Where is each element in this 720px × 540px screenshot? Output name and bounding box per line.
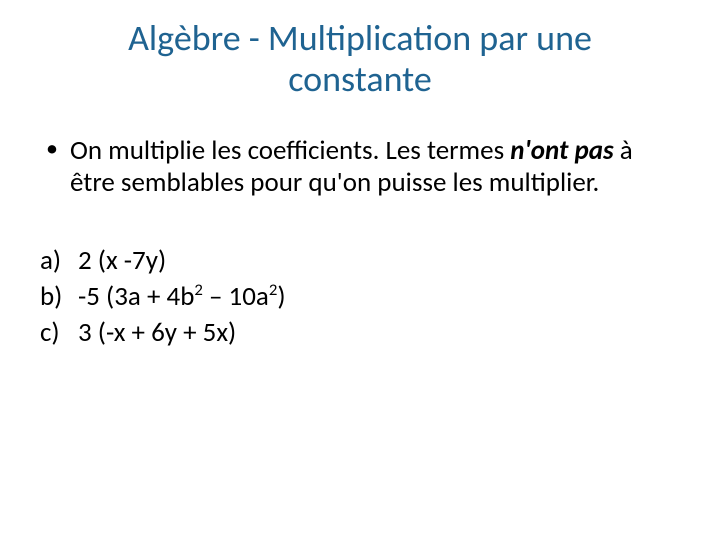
bullet-text-part1: On multiplie les coefficients. Les terme… xyxy=(70,134,510,167)
exercise-expression: 2 (x -7y) xyxy=(78,244,166,277)
expr-part: ) xyxy=(277,280,285,313)
exercise-expression: 3 (-x + 6y + 5x) xyxy=(78,316,236,349)
exercise-label: a) xyxy=(40,243,61,279)
bullet-item: On multiplie les coefficients. Les terme… xyxy=(40,135,680,199)
bullet-list: On multiplie les coefficients. Les terme… xyxy=(40,135,680,199)
exercise-item-a: a) 2 (x -7y) xyxy=(40,243,680,279)
exercise-label: c) xyxy=(40,315,60,351)
exercise-label: b) xyxy=(40,279,62,315)
exercise-list: a) 2 (x -7y) b) -5 (3a + 4b2 – 10a2) c) … xyxy=(40,243,680,352)
exercise-item-c: c) 3 (-x + 6y + 5x) xyxy=(40,315,680,351)
slide-title: Algèbre - Multiplication par une constan… xyxy=(40,18,680,101)
expr-part: – 10a xyxy=(203,280,269,313)
exercise-expression: -5 (3a + 4b2 – 10a2) xyxy=(78,280,286,313)
expr-part: -5 (3a + 4b xyxy=(78,280,194,313)
superscript: 2 xyxy=(194,280,202,300)
exercise-item-b: b) -5 (3a + 4b2 – 10a2) xyxy=(40,279,680,315)
bullet-emphasis: n'ont pas xyxy=(510,134,613,167)
